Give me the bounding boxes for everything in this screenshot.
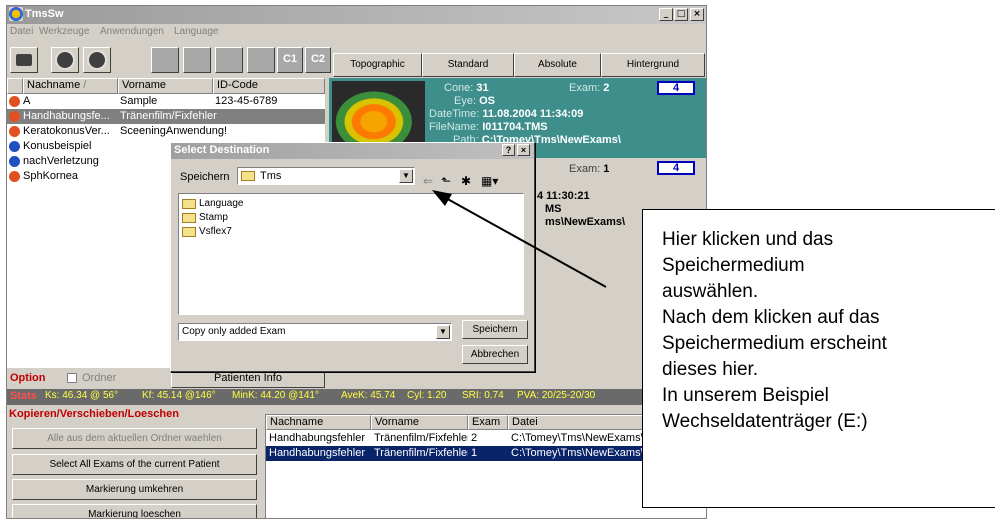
callout-line-5: Speichermedium erscheint: [662, 333, 887, 354]
callout-line-2: Speichermedium: [662, 255, 805, 276]
callout-line-3: auswählen.: [662, 281, 759, 302]
callout-line-8: Wechseldatenträger (E:): [662, 411, 868, 432]
callout-box: Hier klicken und das Speichermedium ausw…: [642, 209, 995, 508]
arrow-head: [432, 190, 452, 206]
callout-line-4: Nach dem klicken auf das: [662, 307, 880, 328]
callout-line-1: Hier klicken und das: [662, 229, 834, 250]
arrow-line: [443, 196, 607, 288]
callout-line-6: dieses hier.: [662, 359, 759, 380]
callout-line-7: In unserem Beispiel: [662, 385, 829, 406]
